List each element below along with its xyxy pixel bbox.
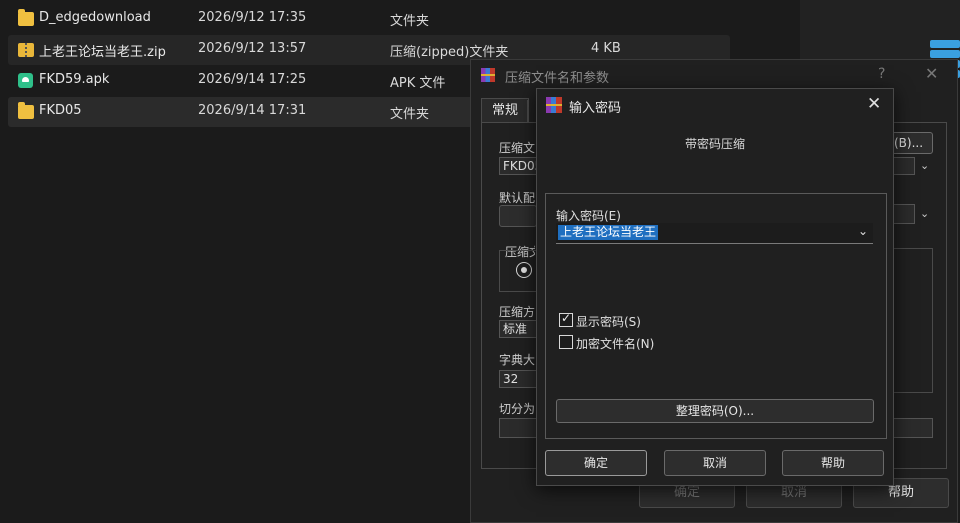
chevron-down-icon[interactable]: ⌄: [920, 207, 929, 220]
file-size: 4 KB: [591, 41, 621, 56]
method-label: 压缩方式: [499, 305, 535, 319]
file-date: 2026/9/12 13:57: [198, 41, 307, 56]
file-name: FKD05: [39, 103, 82, 118]
file-type: 压缩(zipped)文件夹: [390, 45, 509, 60]
password-value: 上老王论坛当老王: [558, 225, 659, 240]
file-name: 上老王论坛当老王.zip: [39, 45, 166, 60]
close-icon[interactable]: ✕: [925, 64, 938, 83]
folder-icon: [18, 9, 34, 26]
file-date: 2026/9/14 17:31: [198, 103, 307, 118]
file-type: APK 文件: [390, 76, 446, 91]
help-icon[interactable]: ?: [878, 66, 885, 82]
close-icon[interactable]: ✕: [867, 94, 881, 114]
folder-icon: [18, 102, 34, 119]
apk-icon: [18, 73, 33, 88]
encrypt-names-label: 加密文件名(N): [576, 337, 655, 351]
winrar-icon: [481, 68, 495, 82]
tab-general[interactable]: 常规: [481, 98, 529, 123]
password-label: 输入密码(E): [556, 209, 621, 223]
method-dropdown[interactable]: 标准: [499, 320, 537, 338]
show-password-checkbox[interactable]: [559, 311, 573, 327]
show-password-label: 显示密码(S): [576, 315, 641, 329]
dialog-title: 压缩文件名和参数: [505, 71, 610, 86]
winrar-icon: [546, 97, 562, 113]
file-date: 2026/9/14 17:25: [198, 72, 307, 87]
dialog-title: 输入密码: [569, 101, 622, 116]
help-button[interactable]: 帮助: [782, 450, 884, 476]
cancel-button[interactable]: 取消: [664, 450, 766, 476]
rar-radio[interactable]: [516, 262, 532, 278]
file-type: 文件夹: [390, 14, 430, 29]
file-type: 文件夹: [390, 107, 430, 122]
organize-passwords-button[interactable]: 整理密码(O)...: [556, 399, 874, 423]
file-name: D_edgedownload: [39, 10, 151, 25]
encrypt-names-checkbox[interactable]: [559, 335, 573, 349]
zip-folder-icon: [18, 43, 34, 57]
file-date: 2026/9/12 17:35: [198, 10, 307, 25]
profile-button[interactable]: [499, 205, 537, 227]
file-name: FKD59.apk: [39, 72, 110, 87]
split-label: 切分为分卷: [499, 402, 535, 416]
profile-label: 默认配置: [499, 191, 535, 205]
password-input[interactable]: 上老王论坛当老王: [556, 223, 873, 244]
archive-name-input[interactable]: FKD05: [499, 157, 537, 175]
dict-dropdown[interactable]: 32: [499, 370, 537, 388]
dialog-subtitle: 带密码压缩: [684, 137, 745, 151]
enter-password-dialog: 输入密码 ✕ 带密码压缩 输入密码(E) 上老王论坛当老王 ⌄ 显示密码(S) …: [536, 88, 894, 486]
archive-name-label: 压缩文件名: [499, 141, 535, 155]
ok-button[interactable]: 确定: [545, 450, 647, 476]
chevron-down-icon[interactable]: ⌄: [858, 224, 868, 238]
split-input[interactable]: [499, 418, 537, 438]
dict-label: 字典大小: [499, 353, 535, 367]
file-row[interactable]: D_edgedownload 2026/9/12 17:35 文件夹: [8, 4, 730, 34]
chevron-down-icon[interactable]: ⌄: [920, 159, 929, 172]
